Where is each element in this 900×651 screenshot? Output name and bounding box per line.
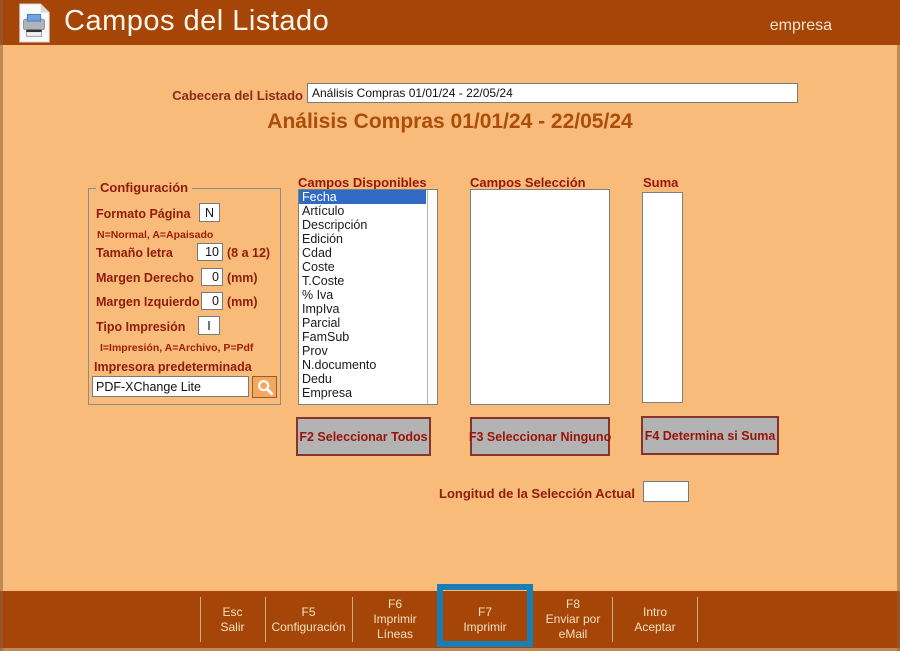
function-key-bar: Esc Salir F5 Configuración F6 Imprimir L… (0, 591, 900, 648)
f4-determina-si-suma-button[interactable]: F4 Determina si Suma (641, 416, 779, 455)
list-item[interactable]: Empresa (299, 386, 426, 400)
formato-pagina-hint: N=Normal, A=Apaisado (97, 229, 213, 241)
fkey-line: F5 (301, 605, 315, 620)
list-item[interactable]: Prov (299, 344, 426, 358)
campos-seleccion-header: Campos Selección (470, 175, 586, 190)
impresora-input[interactable] (92, 376, 249, 397)
fkey-line: Imprimir (373, 612, 416, 627)
list-item[interactable]: Edición (299, 232, 426, 246)
formato-pagina-label: Formato Página (96, 207, 190, 221)
company-label: empresa (770, 17, 832, 35)
window-title: Campos del Listado (64, 5, 329, 38)
fkey-line: eMail (559, 627, 588, 642)
intro-aceptar-button[interactable]: Intro Aceptar (613, 591, 697, 648)
tamano-letra-input[interactable] (197, 243, 223, 261)
list-item[interactable]: Cdad (299, 246, 426, 260)
suma-listbox[interactable] (642, 192, 683, 403)
fkey-line: Configuración (271, 620, 345, 635)
f7-imprimir-button[interactable]: F7 Imprimir (438, 591, 532, 648)
tamano-letra-label: Tamaño letra (96, 246, 173, 260)
list-item[interactable]: FamSub (299, 330, 426, 344)
cabecera-label: Cabecera del Listado (0, 88, 303, 103)
formato-pagina-input[interactable] (199, 203, 220, 222)
tamano-letra-range: (8 a 12) (227, 246, 270, 260)
margen-izquierdo-label: Margen Izquierdo (96, 295, 199, 309)
fkey-line: F6 (388, 597, 402, 612)
fkey-line: Enviar por (546, 612, 601, 627)
f3-seleccionar-ninguno-button[interactable]: F3 Seleccionar Ninguno (470, 417, 610, 456)
titlebar: Campos del Listado empresa (0, 0, 900, 45)
f8-enviar-email-button[interactable]: F8 Enviar por eMail (534, 591, 612, 648)
campos-disponibles-header: Campos Disponibles (298, 175, 427, 190)
listbox-scrollbar[interactable] (427, 190, 437, 404)
longitud-seleccion-label: Longitud de la Selección Actual (300, 486, 635, 501)
print-document-icon (14, 3, 54, 43)
fkey-line: Líneas (377, 627, 413, 642)
tipo-impresion-input[interactable] (198, 316, 220, 335)
fkey-line: F8 (566, 597, 580, 612)
impresora-label: Impresora predeterminada (94, 360, 252, 374)
margen-derecho-label: Margen Derecho (96, 271, 194, 285)
list-item[interactable]: Dedu (299, 372, 426, 386)
window-border (0, 0, 3, 651)
margen-izquierdo-unit: (mm) (227, 295, 258, 309)
campos-seleccion-listbox[interactable] (470, 189, 610, 405)
margen-izquierdo-input[interactable] (201, 292, 223, 310)
fkey-line: Aceptar (634, 620, 675, 635)
configuracion-legend: Configuración (96, 180, 192, 195)
footer-separator (697, 597, 698, 642)
fkey-line: F7 (478, 605, 492, 620)
longitud-seleccion-input[interactable] (643, 481, 689, 502)
impresora-search-button[interactable] (252, 376, 277, 398)
list-item[interactable]: T.Coste (299, 274, 426, 288)
margen-derecho-unit: (mm) (227, 271, 258, 285)
f2-seleccionar-todos-button[interactable]: F2 Seleccionar Todos (296, 417, 431, 456)
list-item[interactable]: % Iva (299, 288, 426, 302)
list-item[interactable]: N.documento (299, 358, 426, 372)
campos-del-listado-window: Campos del Listado empresa Cabecera del … (0, 0, 900, 651)
fkey-line: Salir (220, 620, 244, 635)
fkey-line: Imprimir (463, 620, 506, 635)
campos-disponibles-listbox[interactable]: Fecha Artículo Descripción Edición Cdad … (298, 189, 438, 405)
list-item[interactable]: Parcial (299, 316, 426, 330)
margen-derecho-input[interactable] (201, 268, 223, 286)
search-icon (256, 378, 274, 396)
cabecera-input[interactable] (307, 83, 798, 103)
tipo-impresion-label: Tipo Impresión (96, 320, 185, 334)
listado-heading: Análisis Compras 01/01/24 - 22/05/24 (0, 110, 900, 134)
list-item[interactable]: Coste (299, 260, 426, 274)
fkey-line: Intro (643, 605, 667, 620)
list-item[interactable]: Descripción (299, 218, 426, 232)
f6-imprimir-lineas-button[interactable]: F6 Imprimir Líneas (353, 591, 437, 648)
fkey-line: Esc (222, 605, 242, 620)
list-item[interactable]: Fecha (299, 190, 426, 204)
list-item[interactable]: Artículo (299, 204, 426, 218)
list-item[interactable]: ImpIva (299, 302, 426, 316)
suma-header: Suma (643, 175, 678, 190)
esc-salir-button[interactable]: Esc Salir (201, 591, 264, 648)
f5-configuracion-button[interactable]: F5 Configuración (266, 591, 351, 648)
tipo-impresion-hint: I=Impresión, A=Archivo, P=Pdf (100, 342, 253, 354)
